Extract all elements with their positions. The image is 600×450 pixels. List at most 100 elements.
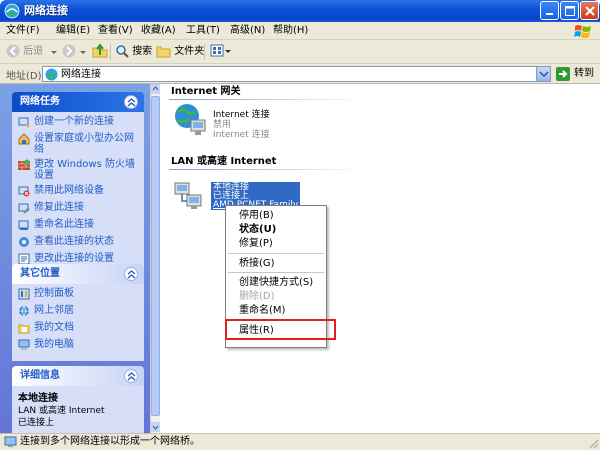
details-body: 本地连接 LAN 或高速 Internet 已连接上	[12, 386, 144, 433]
back-dropdown[interactable]	[50, 43, 58, 61]
chevron-up-icon	[152, 86, 159, 91]
menu-view[interactable]: 查看(V)	[98, 24, 133, 38]
network-connections-icon	[45, 68, 58, 81]
details-panel: 详细信息 本地连接 LAN 或高速 Internet 已连接上	[12, 366, 144, 433]
other-places-header[interactable]: 其它位置	[12, 264, 144, 284]
minimize-icon	[546, 13, 553, 15]
lan-connection-icon	[174, 182, 202, 209]
network-tasks-panel: 网络任务 创建一个新的连接 设置家庭或小型办公网络 更改 Windows 防火墙…	[12, 92, 144, 275]
maximize-button[interactable]	[560, 1, 579, 20]
documents-icon	[18, 324, 30, 334]
internet-gateway-icon	[175, 104, 206, 135]
menu-item-status[interactable]: 状态(U)	[239, 224, 276, 236]
place-my-computer[interactable]: 我的电脑	[18, 339, 138, 352]
menu-separator	[228, 272, 324, 273]
place-network-places[interactable]: 网上邻居	[18, 305, 138, 318]
back-arrow-icon	[6, 44, 20, 58]
task-pane-scrollbar[interactable]	[150, 84, 160, 433]
details-name: 本地连接	[18, 393, 58, 404]
menu-item-repair[interactable]: 修复(P)	[239, 238, 273, 250]
task-home-network[interactable]: 设置家庭或小型办公网络	[18, 133, 138, 155]
task-label: 查看此连接的状态	[34, 236, 114, 247]
place-label: 我的文档	[34, 322, 74, 333]
folders-button[interactable]: 文件夹	[156, 43, 204, 61]
section-internet-gateway: Internet 网关	[171, 86, 241, 97]
forward-arrow-icon	[62, 44, 76, 58]
new-connection-icon	[18, 117, 30, 128]
toolbar: 后退 搜索 文件夹	[0, 40, 600, 64]
forward-dropdown[interactable]	[79, 43, 87, 61]
internet-connection-status: 禁用	[213, 120, 232, 130]
network-bridge-icon	[4, 436, 17, 447]
task-create-connection[interactable]: 创建一个新的连接	[18, 116, 138, 129]
task-view-status[interactable]: 查看此连接的状态	[18, 236, 138, 249]
menu-favorites[interactable]: 收藏(A)	[141, 24, 176, 38]
toolbar-separator	[110, 44, 111, 60]
resize-grip-icon[interactable]	[587, 437, 599, 449]
status-text: 连接到多个网络连接以形成一个网络桥。	[20, 436, 200, 447]
place-label: 控制面板	[34, 288, 74, 299]
task-label: 创建一个新的连接	[34, 116, 114, 127]
close-button[interactable]	[580, 1, 599, 20]
network-tasks-list: 创建一个新的连接 设置家庭或小型办公网络 更改 Windows 防火墙设置 禁用…	[12, 112, 144, 275]
place-control-panel[interactable]: 控制面板	[18, 288, 138, 301]
task-label: 更改此连接的设置	[34, 253, 114, 264]
dropdown-arrow-icon	[80, 51, 86, 54]
place-label: 网上邻居	[34, 305, 74, 316]
details-type: LAN 或高速 Internet	[18, 406, 105, 416]
back-button[interactable]: 后退	[6, 43, 43, 61]
menu-file[interactable]: 文件(F)	[6, 24, 40, 38]
minimize-button[interactable]	[540, 1, 559, 20]
scroll-thumb[interactable]	[151, 96, 160, 416]
scroll-down-button[interactable]	[151, 422, 160, 432]
up-folder-button[interactable]	[92, 43, 108, 61]
back-label: 后退	[23, 46, 44, 57]
address-label: 地址(D)	[6, 71, 42, 82]
network-tasks-header[interactable]: 网络任务	[12, 92, 144, 112]
menu-separator	[228, 253, 324, 254]
status-bar: 连接到多个网络连接以形成一个网络桥。	[0, 433, 600, 450]
title-bar[interactable]: 网络连接	[0, 0, 600, 22]
task-rename[interactable]: 重命名此连接	[18, 219, 138, 232]
status-icon	[19, 237, 29, 247]
task-label: 更改 Windows 防火墙设置	[34, 159, 135, 181]
collapse-button[interactable]	[124, 95, 138, 109]
menu-item-rename[interactable]: 重命名(M)	[239, 305, 285, 317]
menu-item-bridge[interactable]: 桥接(G)	[239, 258, 275, 270]
go-button[interactable]: 转到	[556, 66, 598, 82]
other-places-panel: 其它位置 控制面板 网上邻居 我的文档 我的电脑	[12, 264, 144, 361]
section-lan: LAN 或高速 Internet	[171, 156, 277, 167]
menu-item-create-shortcut[interactable]: 创建快捷方式(S)	[239, 277, 313, 289]
menu-help[interactable]: 帮助(H)	[273, 24, 308, 38]
forward-button[interactable]	[62, 43, 76, 61]
search-button[interactable]: 搜索	[115, 43, 152, 61]
views-button[interactable]	[210, 43, 232, 61]
scroll-up-button[interactable]	[151, 84, 160, 94]
task-label: 禁用此网络设备	[34, 185, 104, 196]
details-title: 详细信息	[20, 370, 60, 381]
task-repair[interactable]: 修复此连接	[18, 202, 138, 215]
views-icon	[210, 44, 231, 57]
place-my-documents[interactable]: 我的文档	[18, 322, 138, 335]
menu-tools[interactable]: 工具(T)	[186, 24, 220, 38]
menu-edit[interactable]: 编辑(E)	[56, 24, 90, 38]
window-title: 网络连接	[24, 4, 68, 17]
search-icon	[116, 45, 129, 58]
maximize-icon	[565, 6, 575, 16]
menu-advanced[interactable]: 高级(N)	[230, 24, 265, 38]
details-header[interactable]: 详细信息	[12, 366, 144, 386]
chevron-down-icon	[152, 425, 159, 430]
menu-bar: 文件(F) 编辑(E) 查看(V) 收藏(A) 工具(T) 高级(N) 帮助(H…	[0, 22, 600, 40]
address-dropdown[interactable]	[536, 67, 550, 81]
network-places-icon	[19, 305, 29, 317]
task-firewall[interactable]: 更改 Windows 防火墙设置	[18, 159, 138, 181]
address-bar: 地址(D) 网络连接 转到	[0, 64, 600, 84]
internet-connection-name: Internet 连接	[213, 110, 270, 120]
dropdown-arrow-icon	[51, 51, 57, 54]
address-input[interactable]: 网络连接	[42, 66, 551, 82]
task-disable-device[interactable]: 禁用此网络设备	[18, 185, 138, 198]
close-icon	[585, 6, 595, 16]
menu-item-disable[interactable]: 停用(B)	[239, 210, 274, 222]
collapse-button[interactable]	[124, 369, 138, 383]
collapse-button[interactable]	[124, 267, 138, 281]
